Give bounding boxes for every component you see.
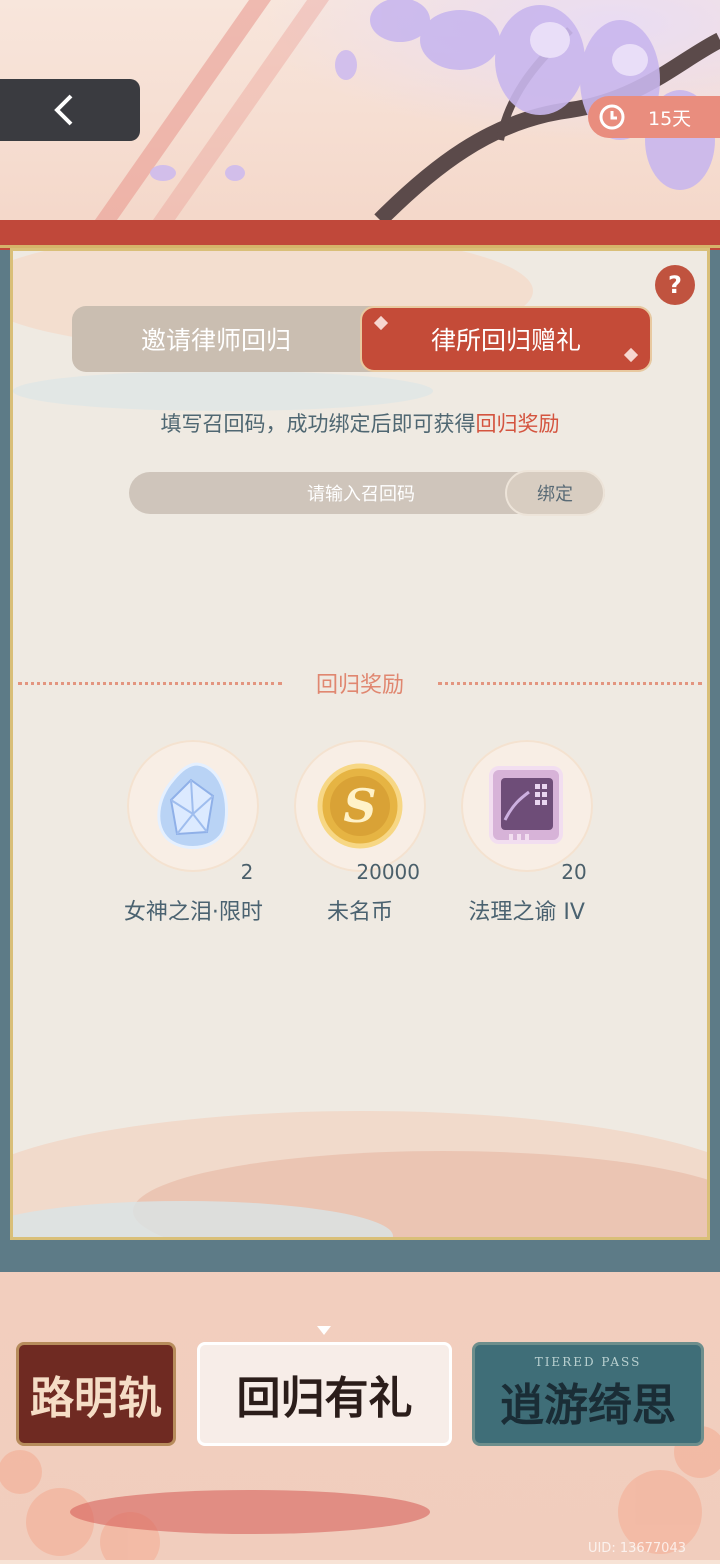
event-timer-badge: 15天 [588,96,720,138]
chevron-left-icon [54,94,73,126]
section-title: 回归奖励 [316,673,405,698]
reward-section-header: 回归奖励 [18,666,703,700]
petal-decoration [335,50,357,80]
reward-name: 未名币 [327,900,394,925]
divider [18,681,282,685]
teardrop-crystal-icon [157,762,229,849]
reward-item[interactable]: 20 法理之谕 IV [443,740,610,926]
reward-count: 20000 [356,860,420,884]
recall-code-row: 绑定 [129,470,605,516]
bind-button[interactable]: 绑定 [505,470,605,516]
uid-label: UID: 13677043 [587,1541,686,1556]
divider [438,681,703,685]
gold-coin-icon: S [317,763,403,849]
tab-label: 邀请律师回归 [140,326,291,355]
clock-icon [599,104,625,130]
swirl-decoration [13,371,433,411]
banner-label: 回归有礼 [236,1373,413,1424]
banner-tiered-pass[interactable]: TIERED PASS 逍游绮思 [472,1342,704,1446]
banner-road-trail[interactable]: 路明轨 [16,1342,176,1446]
reward-name: 女神之泪·限时 [123,900,263,925]
help-button[interactable]: ? [655,265,695,305]
reward-item[interactable]: S 20000 未名币 [277,740,444,926]
reward-icon-frame: S 20000 [294,740,426,884]
reward-icon-frame: 20 [460,740,593,884]
petal-decoration [225,165,245,181]
reward-count: 2 [240,860,254,884]
reward-count: 20 [561,860,587,884]
selected-indicator-icon [317,1326,331,1335]
reward-name: 法理之谕 IV [468,900,585,925]
timer-label: 15天 [648,107,692,130]
reward-icon-frame: 2 [127,740,260,884]
back-button[interactable] [0,79,140,141]
reward-item[interactable]: 2 女神之泪·限时 [110,740,277,926]
banner-sublabel: TIERED PASS [534,1355,642,1369]
tab-return-gift[interactable]: 律所回归赠礼 [360,306,652,372]
instruction-text: 填写召回码，成功绑定后即可获得回归奖励 [0,408,720,438]
instruction-main: 填写召回码，成功绑定后即可获得 [160,412,476,436]
svg-text:S: S [343,779,376,833]
tab-bar: 邀请律师回归 律所回归赠礼 [72,306,652,372]
card-chip-icon [488,766,563,844]
instruction-highlight: 回归奖励 [475,412,560,436]
banner-label: 逍游绮思 [500,1380,676,1431]
petal-decoration [150,165,176,181]
reward-list: 2 女神之泪·限时 S 20000 未名币 20 法理之谕 IV [110,740,610,926]
tab-invite-lawyer[interactable]: 邀请律师回归 [72,306,360,372]
tab-label: 律所回归赠礼 [430,326,581,355]
banner-return-gift[interactable]: 回归有礼 [197,1342,452,1446]
flower-ornament-icon [623,347,639,363]
banner-label: 路明轨 [30,1373,162,1424]
flower-ornament-icon [373,315,389,331]
